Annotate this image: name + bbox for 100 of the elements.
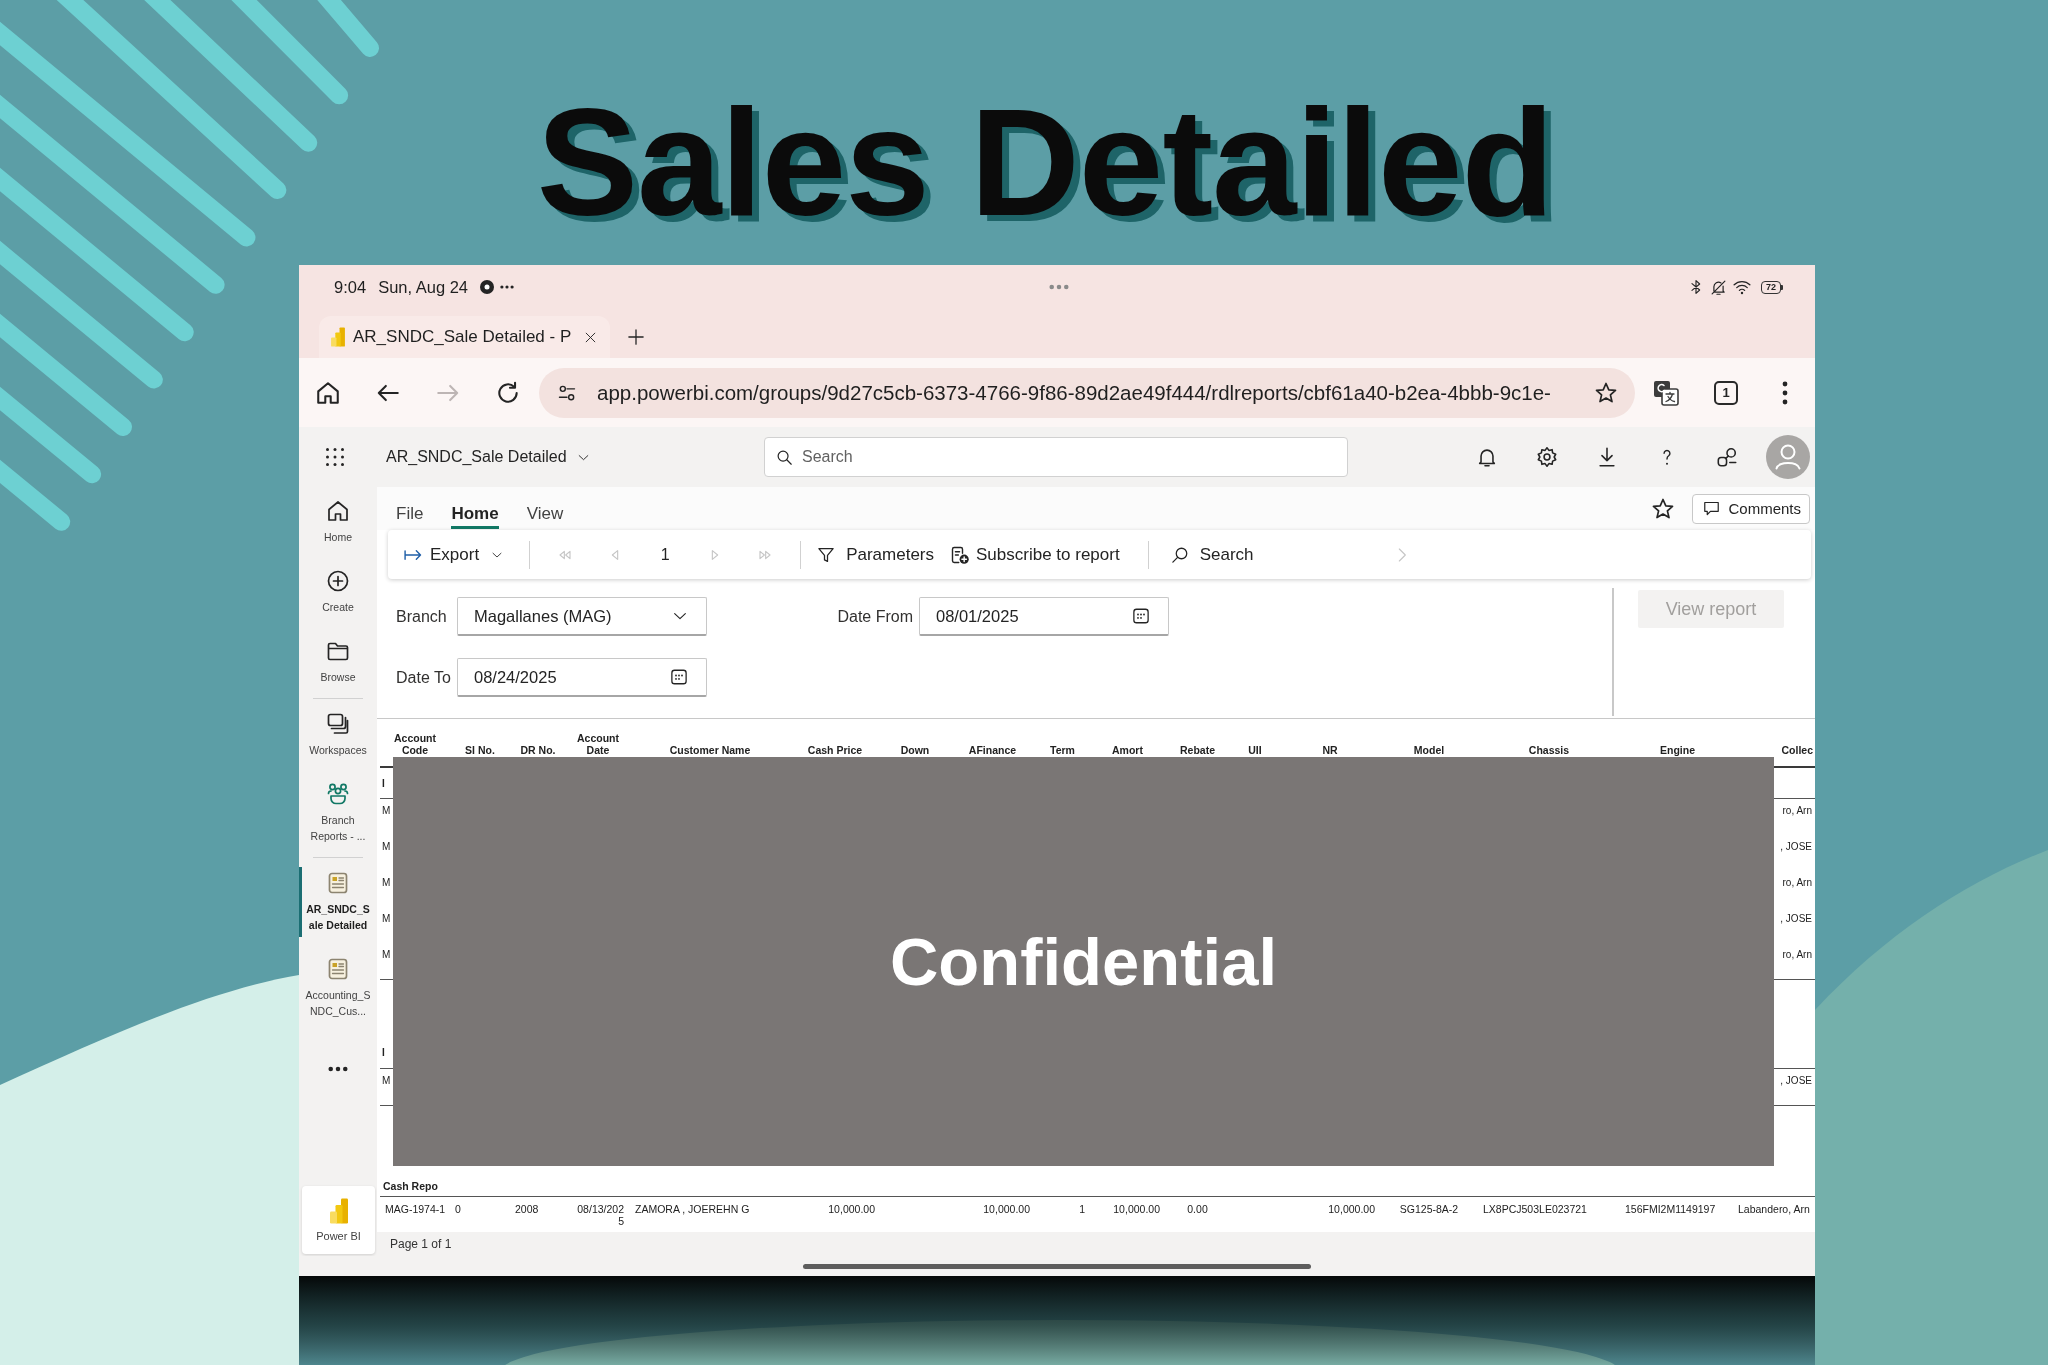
table-cell: 10,000.00 [983, 1203, 1030, 1215]
favorite-star-icon[interactable] [1651, 496, 1676, 521]
sidebar-item[interactable]: Accounting_SNDC_Cus... [299, 953, 377, 1023]
table-cell: LX8PCJ503LE023721 [1483, 1203, 1587, 1215]
document-plus-icon [950, 544, 970, 565]
dots-icon[interactable] [1048, 284, 1069, 290]
column-header: Chassis [1528, 744, 1570, 756]
tab-count-button[interactable]: 1 [1714, 380, 1738, 405]
column-header: Customer Name [669, 744, 751, 756]
table-cell: 0 [455, 1203, 461, 1215]
table-cell: , JOSE [1780, 913, 1812, 925]
more-icon[interactable] [328, 1066, 348, 1072]
bookmark-star-icon[interactable] [1594, 380, 1618, 405]
table-cell: M [382, 841, 391, 853]
reload-icon[interactable] [495, 379, 521, 406]
table-cell: 2008 [515, 1203, 539, 1215]
table-cell: I [382, 1047, 385, 1058]
page-title: Sales Detailed [536, 86, 1554, 238]
sidebar-item[interactable]: Create [299, 565, 377, 619]
menu-icon[interactable] [1782, 380, 1788, 405]
report-title-button[interactable]: AR_SNDC_Sale Detailed [386, 448, 590, 466]
date-field[interactable]: 08/24/2025 [457, 658, 707, 697]
column-header: DR No. [520, 744, 556, 756]
column-header: Model [1413, 744, 1445, 756]
table-cell: 1 [1079, 1203, 1085, 1215]
table-cell: M [382, 913, 391, 925]
dropdown-field[interactable]: Magallanes (MAG) [457, 597, 707, 636]
ribbon-tab[interactable]: File [382, 487, 438, 530]
sidebar-item[interactable]: Branch Reports - ... [299, 778, 377, 848]
sidebar-item[interactable]: Browse [299, 635, 377, 689]
table-cell: ZAMORA , JOEREHN G [635, 1203, 750, 1215]
address-field[interactable]: app.powerbi.com/groups/9d27c5cb-6373-4766-9f86-89d2ae49f444/rdlreports/cbf61a40-b2ea-4bbb-9c1e- [539, 367, 1635, 418]
stacked-pages-icon [326, 712, 350, 736]
field-label: Date To [396, 668, 452, 687]
table-cell: , JOSE [1780, 841, 1812, 853]
table-cell: I [382, 777, 385, 789]
table-cell: 156FMI2M1149197 [1625, 1203, 1716, 1215]
group-label: Cash Repo [383, 1180, 438, 1192]
translate-icon[interactable] [1653, 379, 1679, 406]
power-bi-button[interactable]: Power BI [302, 1186, 375, 1254]
wifi-icon [1733, 278, 1751, 296]
table-cell: 08/13/2025 [576, 1203, 624, 1227]
table-cell: M [382, 805, 391, 817]
table-cell: M [382, 1075, 391, 1087]
browser-tab[interactable]: AR_SNDC_Sale Detailed - P [319, 316, 610, 358]
filter-icon [817, 545, 836, 564]
parameters-button[interactable]: Parameters [809, 536, 942, 573]
comments-button[interactable]: Comments [1692, 493, 1810, 524]
column-header: Cash Price [807, 744, 863, 756]
bar-chart-logo-icon [328, 1198, 349, 1224]
table-cell: M [382, 877, 391, 889]
table-cell: 10,000.00 [828, 1203, 875, 1215]
dot-grid-icon[interactable] [325, 447, 345, 467]
export-button[interactable]: Export [395, 536, 512, 573]
home-icon[interactable] [315, 379, 341, 406]
table-cell: ro, Arn [1782, 805, 1812, 817]
table-cell: 0.00 [1187, 1203, 1208, 1215]
ribbon-tab[interactable]: View [512, 487, 578, 530]
more-icon [500, 285, 515, 289]
report-icon [326, 871, 350, 895]
column-header: UII [1248, 744, 1262, 756]
clock-time: 9:04 [334, 277, 367, 297]
field-label: Date From [837, 607, 913, 626]
column-header: Engine [1660, 744, 1695, 756]
column-header: Term [1050, 744, 1075, 756]
field-label: Branch [396, 607, 448, 626]
report-icon [326, 957, 350, 981]
page-number: 1 [660, 545, 670, 564]
new-tab-icon[interactable] [627, 328, 645, 346]
settings-icon[interactable] [1536, 446, 1558, 468]
home-icon [326, 499, 350, 523]
ring-icon [480, 280, 495, 294]
status-date: Sun, Aug 24 [378, 277, 469, 297]
bell-icon[interactable] [1476, 446, 1498, 468]
search-icon [776, 448, 793, 466]
download-icon[interactable] [1596, 446, 1618, 468]
table-cell: M [382, 949, 391, 961]
subscribe-button[interactable]: Subscribe to report [942, 536, 1128, 573]
table-cell: SG125-8A-2 [1399, 1203, 1459, 1215]
column-header: NR [1322, 744, 1338, 756]
search-button[interactable]: Search [1162, 536, 1262, 573]
comment-icon [1703, 500, 1721, 517]
table-cell: ro, Arn [1782, 877, 1812, 889]
column-header: Amort [1112, 744, 1143, 756]
column-header: Account Date [576, 732, 620, 756]
column-header: AFinance [968, 744, 1017, 756]
search-field[interactable]: Search [764, 437, 1348, 477]
sidebar-item[interactable]: Home [299, 495, 377, 549]
plus-circle-icon [326, 569, 350, 593]
column-header: Down [900, 744, 930, 756]
table-cell: , JOSE [1780, 1075, 1812, 1087]
table-cell: Labandero, Arn [1738, 1203, 1810, 1215]
column-header: SI No. [465, 744, 495, 756]
sidebar-item[interactable]: Workspaces [299, 708, 377, 762]
linked-shapes-icon[interactable] [1716, 446, 1738, 468]
calendar-icon [1132, 607, 1150, 625]
close-icon[interactable] [584, 330, 597, 344]
date-field[interactable]: 08/01/2025 [919, 597, 1169, 636]
table-cell: 10,000.00 [1113, 1203, 1160, 1215]
column-header: Rebate [1180, 744, 1215, 756]
